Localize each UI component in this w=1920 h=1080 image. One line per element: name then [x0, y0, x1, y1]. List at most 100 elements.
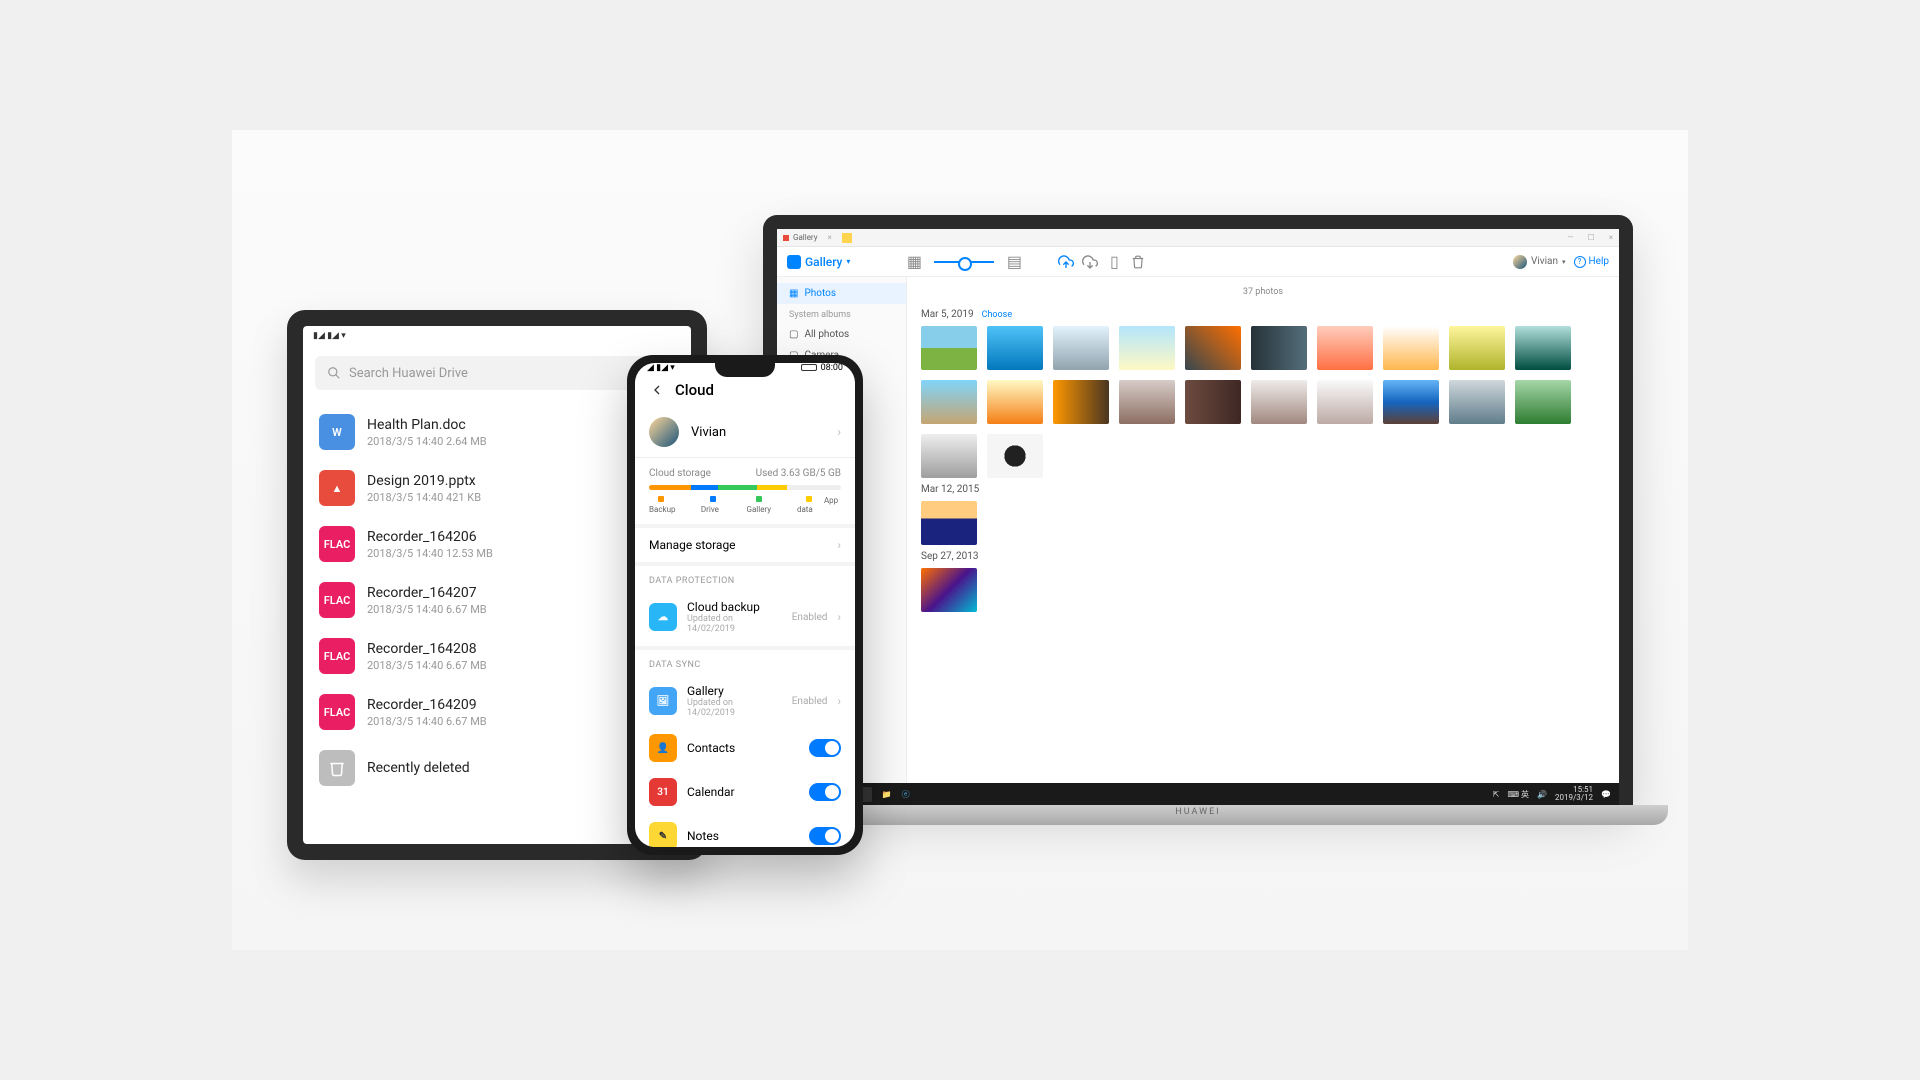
new-tab-icon[interactable]: [842, 233, 852, 243]
photo-thumbnail[interactable]: [1251, 380, 1307, 424]
drive-search[interactable]: Search Huawei Drive: [315, 356, 679, 390]
photo-thumbnail[interactable]: [1383, 380, 1439, 424]
photo-thumbnail[interactable]: [1515, 380, 1571, 424]
legend-backup: Backup: [649, 496, 689, 514]
storage-used: Used 3.63 GB/5 GB: [756, 468, 841, 479]
photo-thumbnail[interactable]: [987, 434, 1043, 478]
photo-thumbnail[interactable]: [921, 568, 977, 612]
gallery-main: 37 photos Mar 5, 2019 Choose Mar 12, 2015 S…: [907, 277, 1619, 783]
file-meta: 2018/3/5 14:40 6.67 MB: [367, 659, 487, 672]
phone-device: ◢ ▮◢ ▾ 08:00 Cloud Vivian › Cloud storag…: [627, 355, 863, 855]
task-explorer-icon[interactable]: 📁: [882, 790, 892, 799]
laptop-brand: HUAWEI: [1175, 807, 1220, 817]
photo-thumbnail[interactable]: [1515, 326, 1571, 370]
file-name: Recorder_164208: [367, 641, 487, 657]
sidebar-heading-system: System albums: [777, 304, 906, 324]
header-title: Cloud: [675, 381, 714, 399]
trash-icon: [319, 750, 355, 786]
notes-sync-row[interactable]: ✎ Notes: [635, 814, 855, 847]
photo-thumbnail[interactable]: [1185, 380, 1241, 424]
delete-icon[interactable]: [1130, 254, 1146, 270]
photo-grid: [921, 501, 1605, 545]
gallery-app-title[interactable]: Gallery ▾: [787, 255, 850, 269]
file-type-icon: FLAC: [319, 694, 355, 730]
gallery-toolbar: Gallery ▾ ▦ ▤ ▯ Vivian ▾: [777, 247, 1619, 277]
group-date: Mar 12, 2015: [921, 484, 979, 495]
tray-notifications-icon[interactable]: 💬: [1601, 790, 1611, 799]
close-tab-icon[interactable]: ×: [828, 233, 832, 242]
task-browser-icon[interactable]: ⓔ: [902, 789, 910, 800]
photo-thumbnail[interactable]: [1053, 326, 1109, 370]
window-close-icon[interactable]: ×: [1609, 233, 1613, 242]
contacts-toggle[interactable]: [809, 739, 841, 757]
zoom-slider[interactable]: [934, 261, 994, 263]
user-chip[interactable]: Vivian ▾: [1513, 255, 1566, 269]
group-date: Mar 5, 2019: [921, 309, 974, 320]
back-icon[interactable]: [649, 382, 665, 398]
notes-toggle[interactable]: [809, 827, 841, 845]
legend-appdata: App data: [797, 496, 841, 514]
tray-clock[interactable]: 15:512019/3/12: [1555, 786, 1593, 802]
photo-thumbnail[interactable]: [921, 326, 977, 370]
photo-thumbnail[interactable]: [1317, 326, 1373, 370]
window-tab-bar: Gallery × — ☐ ×: [777, 229, 1619, 247]
calendar-sync-row[interactable]: 31 Calendar: [635, 770, 855, 814]
profile-row[interactable]: Vivian ›: [635, 407, 855, 458]
photo-thumbnail[interactable]: [1251, 326, 1307, 370]
sidebar-item-all-photos[interactable]: ▢All photos: [777, 324, 906, 345]
photo-thumbnail[interactable]: [1119, 326, 1175, 370]
gallery-sync-row[interactable]: 🖼 Gallery Updated on 14/02/2019 Enabled …: [635, 676, 855, 726]
photo-thumbnail[interactable]: [987, 326, 1043, 370]
tray-network-icon[interactable]: ⇱: [1493, 790, 1500, 799]
chevron-right-icon: ›: [837, 425, 841, 439]
photo-thumbnail[interactable]: [1119, 380, 1175, 424]
photo-count: 37 photos: [921, 285, 1605, 303]
date-group-header: Sep 27, 2013: [921, 551, 1605, 562]
gallery-name: Gallery: [687, 684, 782, 698]
file-meta: 2018/3/5 14:40 6.67 MB: [367, 715, 487, 728]
photo-thumbnail[interactable]: [1317, 380, 1373, 424]
manage-storage-row[interactable]: Manage storage ›: [635, 528, 855, 566]
legend-drive: Drive: [701, 496, 735, 514]
chevron-right-icon: ›: [837, 538, 841, 552]
device-icon[interactable]: ▯: [1106, 254, 1122, 270]
photo-thumbnail[interactable]: [921, 501, 977, 545]
photo-thumbnail[interactable]: [921, 434, 977, 478]
photo-thumbnail[interactable]: [1185, 326, 1241, 370]
choose-link[interactable]: Choose: [982, 310, 1013, 320]
signal-icon: ◢ ▮◢ ▾: [647, 363, 675, 373]
calendar-toggle[interactable]: [809, 783, 841, 801]
file-name: Health Plan.doc: [367, 417, 487, 433]
app-icon: [783, 235, 789, 241]
photo-thumbnail[interactable]: [1053, 380, 1109, 424]
tray-volume-icon[interactable]: 🔊: [1537, 790, 1547, 799]
photo-thumbnail[interactable]: [1449, 326, 1505, 370]
cloud-backup-icon: ☁: [649, 603, 677, 631]
window-min-icon[interactable]: —: [1567, 233, 1573, 242]
window-max-icon[interactable]: ☐: [1588, 233, 1595, 242]
contacts-sync-row[interactable]: 👤 Contacts: [635, 726, 855, 770]
tray-lang-icon[interactable]: ⌨ 英: [1507, 789, 1529, 800]
photo-thumbnail[interactable]: [921, 380, 977, 424]
photo-thumbnail[interactable]: [1449, 380, 1505, 424]
cloud-backup-sub: Updated on 14/02/2019: [687, 614, 782, 634]
phone-notch: [715, 363, 775, 377]
cloud-backup-row[interactable]: ☁ Cloud backup Updated on 14/02/2019 Ena…: [635, 592, 855, 650]
storage-label: Cloud storage: [649, 468, 711, 479]
cloud-download-icon[interactable]: [1082, 254, 1098, 270]
notes-icon: ✎: [649, 822, 677, 847]
list-view-icon[interactable]: ▤: [1006, 254, 1022, 270]
cloud-upload-icon[interactable]: [1058, 254, 1074, 270]
photo-thumbnail[interactable]: [987, 380, 1043, 424]
file-type-icon: FLAC: [319, 582, 355, 618]
file-name: Recorder_164206: [367, 529, 493, 545]
photo-thumbnail[interactable]: [1383, 326, 1439, 370]
windows-taskbar: ⊞ 的内容 🎤 📁 ⓔ ⇱ ⌨ 英 🔊 15:512019/3/12 💬: [777, 783, 1619, 805]
recently-deleted-label: Recently deleted: [367, 760, 470, 776]
status-time: 08:00: [801, 363, 843, 373]
sidebar-item-photos[interactable]: ▦Photos: [777, 283, 906, 304]
date-group-header: Mar 5, 2019 Choose: [921, 309, 1605, 320]
grid-view-icon[interactable]: ▦: [906, 254, 922, 270]
tablet-status-bar: ▮◢ ▮◢ ▾: [303, 326, 691, 346]
help-link[interactable]: ?Help: [1574, 256, 1609, 268]
